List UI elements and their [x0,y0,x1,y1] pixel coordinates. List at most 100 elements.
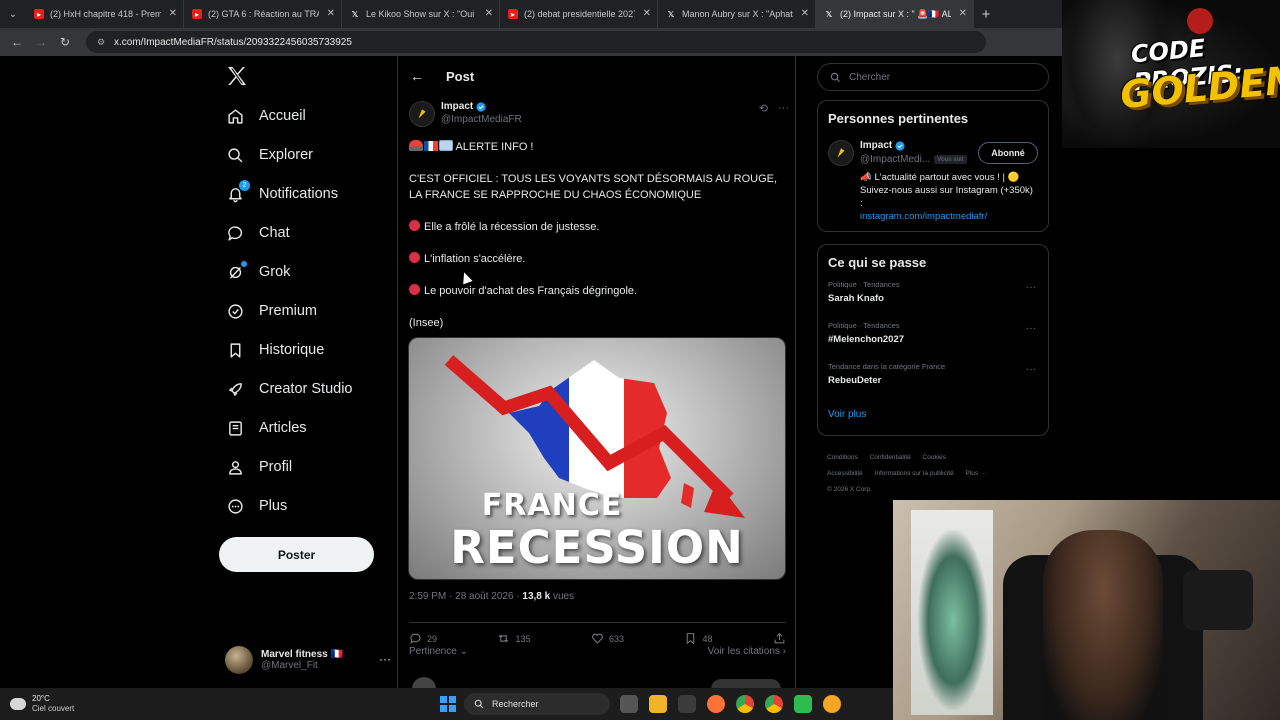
avatar[interactable] [828,140,854,166]
forward-arrow-icon[interactable]: → [30,31,52,53]
bookmark-button[interactable]: 48 [684,632,713,645]
article-icon [225,418,245,438]
grok-icon [225,261,247,282]
trend-item[interactable]: Tendance dans la catégorie France RebeuD… [828,358,1038,399]
more-options-icon[interactable]: ··· [1026,364,1036,375]
search-input[interactable]: Chercher [817,63,1049,91]
youtube-icon: ▸ [508,9,518,19]
nav-item-accueil[interactable]: Accueil [225,106,306,126]
browser-tab[interactable]: ▸(2) debat presidentielle 2027 - Y✕ [500,0,658,28]
account-switcher[interactable]: Marvel fitness 🇫🇷 @Marvel_Fit ··· [225,643,391,677]
x-logo-icon[interactable] [225,64,249,88]
post-image[interactable]: FRANCE RECESSION [408,337,786,580]
nav-item-profil[interactable]: Profil [225,457,292,477]
chrome-icon[interactable] [736,695,754,713]
search-icon [830,72,841,82]
nav-item-articles[interactable]: Articles [225,418,307,438]
nav-item-creator-studio[interactable]: Creator Studio [225,379,353,399]
app-icon[interactable] [823,695,841,713]
nav-item-historique[interactable]: Historique [225,340,324,360]
browser-tab[interactable]: 𝕏 Manon Aubry sur X : "Aphat ✕ [658,0,816,28]
streamer [1043,530,1163,720]
youtube-icon: ▸ [192,9,202,19]
copyright: © 2026 X Corp. [827,486,872,493]
avatar[interactable] [409,101,435,127]
impact-logo-icon [418,109,426,119]
following-button[interactable]: Abonné [978,142,1038,164]
sort-dropdown[interactable]: Pertinence ⌄ [409,646,468,657]
windows-start-icon[interactable] [440,696,456,712]
weather-widget[interactable]: 20°C Ciel couvert [10,694,74,714]
impact-logo-icon [837,148,845,158]
nav-item-plus[interactable]: Plus [225,496,287,516]
footer-link[interactable]: Conditions [827,454,858,461]
trend-item[interactable]: Politique · Tendances Sarah Knafo ··· [828,276,1038,317]
close-icon[interactable]: ✕ [959,8,967,19]
tab-search-icon[interactable]: ⌄ [0,0,26,28]
close-icon[interactable]: ✕ [169,8,177,19]
relevant-handle: @ImpactMedi... Vous suit [860,154,967,165]
nav-item-explorer[interactable]: Explorer [225,145,313,165]
logo-mark [1187,8,1213,34]
footer-link[interactable]: Plus ··· [966,470,987,477]
author-handle[interactable]: @ImpactMediaFR [441,114,522,125]
relevant-person[interactable]: Impact @ImpactMedi... Vous suit Abonné 📣 … [828,140,1038,224]
browser-tab[interactable]: ▸(2) GTA 6 : Réaction au TRAILER✕ [184,0,342,28]
browser-tab[interactable]: ▸ (2) HxH chapitre 418 - Premièr ✕ [26,0,184,28]
close-icon[interactable]: ✕ [485,8,493,19]
relevant-name[interactable]: Impact [860,140,905,151]
chat-icon [225,223,245,243]
footer-link[interactable]: Confidentialité [870,454,911,461]
rocket-icon [225,379,245,399]
firefox-icon[interactable] [707,695,725,713]
instagram-link[interactable]: instagram.com/impactmediafr/ [860,211,987,222]
footer-link[interactable]: Accessibilité [827,470,863,477]
footer-link[interactable]: Informations sur la publicité [875,470,954,477]
post-bullet: L'inflation s'accélère. [409,251,779,267]
more-options-icon[interactable]: ··· [778,102,789,115]
view-quotes-link[interactable]: Voir les citations › [708,646,786,657]
author-name[interactable]: Impact [441,101,522,112]
nav-item-chat[interactable]: Chat [225,223,290,243]
trend-item[interactable]: Politique · Tendances #Melenchon2027 ··· [828,317,1038,358]
close-icon[interactable]: ✕ [643,8,651,19]
more-options-icon[interactable]: ··· [1026,282,1036,293]
nav-item-premium[interactable]: Premium [225,301,317,321]
taskbar: 20°C Ciel couvert Rechercher [0,688,893,720]
share-button[interactable] [773,632,786,645]
like-button[interactable]: 633 [591,632,624,645]
task-view-icon[interactable] [620,695,638,713]
taskbar-search[interactable]: Rechercher [464,693,610,715]
site-info-icon[interactable]: ⚙ [96,37,106,47]
new-tab-button[interactable]: + [974,0,998,28]
grok-explain-icon[interactable]: ⟲ [759,102,768,115]
nav-item-grok[interactable]: Grok [225,261,290,282]
france-flag-icon [424,141,438,151]
back-arrow-icon[interactable]: ← [410,68,424,84]
reload-icon[interactable]: ↻ [54,31,76,53]
browser-tab-active[interactable]: 𝕏 (2) Impact sur X : " 🚨🇫🇷 ALE ✕ [816,0,974,28]
post-bullet: Le pouvoir d'achat des Français dégringo… [409,283,779,299]
see-more-link[interactable]: Voir plus [828,409,1038,420]
replies-toolbar: Pertinence ⌄ Voir les citations › [409,646,786,657]
back-arrow-icon[interactable]: ← [6,31,28,53]
repost-button[interactable]: 135 [497,632,531,645]
close-icon[interactable]: ✕ [801,8,809,19]
main-column: ← Post Impact @ImpactMediaFR ⟲ ··· ALERT… [397,56,796,720]
more-options-icon[interactable]: ··· [379,652,391,666]
verified-badge-icon [476,101,486,112]
post-button[interactable]: Poster [219,537,374,572]
relevant-bio: 📣 L'actualité partout avec vous ! | 🟡 Su… [860,172,1033,222]
app-icon[interactable] [794,695,812,713]
url-field[interactable]: ⚙ x.com/ImpactMediaFR/status/20933224560… [86,31,986,53]
more-options-icon[interactable]: ··· [1026,323,1036,334]
nav-item-notifications[interactable]: 2 Notifications [225,180,338,204]
close-icon[interactable]: ✕ [327,8,335,19]
file-explorer-icon[interactable] [649,695,667,713]
app-icon[interactable] [678,695,696,713]
reply-button[interactable]: 29 [409,632,437,645]
image-title-line1: FRANCE [481,488,623,523]
browser-tab[interactable]: 𝕏Le Kikoo Show sur X : "Oui il y a✕ [342,0,500,28]
footer-link[interactable]: Cookies [923,454,946,461]
chrome-icon[interactable] [765,695,783,713]
